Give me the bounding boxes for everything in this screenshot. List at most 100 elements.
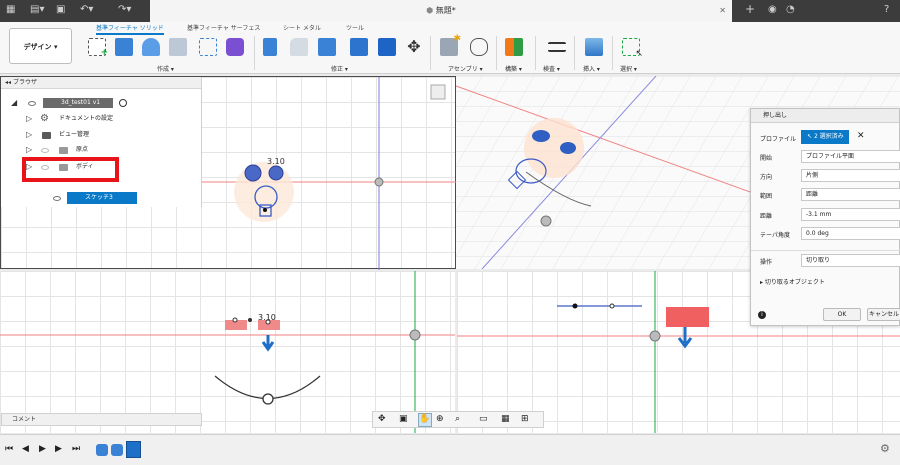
group-assemble[interactable]: アセンブリ ▾: [448, 64, 483, 73]
fillet-icon[interactable]: [290, 38, 308, 56]
group-modify[interactable]: 修正 ▾: [331, 64, 348, 73]
go-start-icon[interactable]: ⏮: [5, 444, 13, 454]
timeline-feature-icon[interactable]: [96, 444, 108, 456]
info-icon[interactable]: i: [758, 311, 766, 319]
tab-tools[interactable]: ツール: [346, 23, 364, 32]
row-objects[interactable]: ▸ 切り取るオブジェクト: [751, 271, 900, 290]
group-construct[interactable]: 構築 ▾: [505, 64, 522, 73]
profile-selector[interactable]: ↖ 2 選択済み: [801, 130, 849, 144]
browser-item-views[interactable]: ▷ ビュー管理: [1, 128, 201, 142]
viewport-front[interactable]: 3.10: [0, 271, 455, 433]
group-inspect[interactable]: 検査 ▾: [543, 64, 560, 73]
offset-plane-icon[interactable]: [505, 38, 523, 56]
start-select[interactable]: プロファイル平面: [801, 150, 900, 163]
joint-icon[interactable]: [470, 38, 488, 56]
display-settings-icon[interactable]: ▭: [479, 414, 488, 424]
visibility-eye-icon[interactable]: [28, 101, 36, 106]
dimension-label-front[interactable]: 3.10: [258, 313, 276, 322]
combine-icon[interactable]: [350, 38, 368, 56]
group-create[interactable]: 作成 ▾: [157, 64, 174, 73]
visibility-eye-icon[interactable]: [53, 196, 61, 201]
hole-icon[interactable]: [169, 38, 187, 56]
grid-settings-icon[interactable]: ▦: [501, 414, 510, 424]
divider: [612, 36, 613, 70]
group-insert[interactable]: 挿入 ▾: [583, 64, 600, 73]
press-pull-icon[interactable]: [263, 38, 277, 56]
browser-root[interactable]: ◢ 3d_test01 v1: [1, 96, 201, 110]
revolve-icon[interactable]: [142, 38, 160, 56]
ok-button[interactable]: OK: [823, 308, 861, 321]
direction-select[interactable]: 片側: [801, 169, 900, 182]
browser-item-doc-settings[interactable]: ▷ ⚙ ドキュメントの設定: [1, 112, 201, 126]
redo-icon[interactable]: ↷▾: [118, 4, 131, 15]
row-operation: 操作 切り取り: [751, 250, 900, 269]
move-icon[interactable]: ✥: [405, 38, 423, 56]
chamfer-icon[interactable]: [318, 38, 336, 56]
tab-sheet-metal[interactable]: シート メタル: [283, 23, 321, 32]
extent-select[interactable]: 距離: [801, 188, 900, 201]
browser-item-origin[interactable]: ▷ 原点: [1, 143, 201, 157]
offset-face-icon[interactable]: [378, 38, 396, 56]
comment-label: コメント: [12, 416, 37, 423]
go-end-icon[interactable]: ⏭: [72, 444, 80, 454]
step-forward-icon[interactable]: ▶: [55, 444, 62, 454]
browser-item-sketch[interactable]: スケッチ3: [1, 191, 201, 205]
operation-select[interactable]: 切り取り: [801, 254, 900, 267]
item-label: ビュー管理: [59, 131, 90, 138]
timeline-feature-icon[interactable]: [111, 444, 123, 456]
objects-text: 切り取るオブジェクト: [764, 279, 825, 286]
save-icon[interactable]: ▣: [56, 4, 65, 15]
select-icon[interactable]: ↖: [622, 38, 643, 59]
document-tab[interactable]: ⬢ 無題* ✕: [150, 0, 732, 22]
pattern-icon[interactable]: [199, 38, 217, 56]
job-status-icon[interactable]: ◔: [786, 4, 795, 15]
insert-image-icon[interactable]: [585, 38, 603, 56]
create-sketch-icon[interactable]: +: [88, 38, 108, 58]
tab-surface[interactable]: 基準フィーチャ サーフェス: [187, 23, 260, 32]
tab-solid[interactable]: 基準フィーチャ ソリッド: [96, 23, 164, 35]
collapse-icon[interactable]: ◢: [11, 96, 17, 110]
file-icon[interactable]: ▤▾: [30, 4, 44, 15]
orbit-icon[interactable]: ✥: [378, 414, 386, 424]
viewports-icon[interactable]: ⊞: [521, 414, 529, 424]
objects-label: ▸ 切り取るオブジェクト: [760, 279, 825, 286]
pan-icon[interactable]: ✋: [418, 413, 432, 427]
settings-gear-icon[interactable]: ⚙: [880, 442, 890, 455]
create-form-icon[interactable]: [226, 38, 244, 56]
expand-icon[interactable]: ▷: [26, 128, 32, 142]
distance-input[interactable]: -3.1 mm: [801, 208, 900, 221]
clear-selection-icon[interactable]: ✕: [857, 131, 865, 141]
grid-app-icon[interactable]: ▦: [6, 4, 15, 15]
activate-icon[interactable]: [119, 99, 127, 107]
new-component-icon[interactable]: ✱: [440, 34, 461, 56]
expand-icon[interactable]: ▷: [26, 112, 32, 126]
extensions-icon[interactable]: ◉: [768, 4, 777, 15]
comments-panel[interactable]: コメント: [1, 413, 202, 426]
step-back-icon[interactable]: ◀: [22, 444, 29, 454]
measure-icon[interactable]: [548, 42, 566, 52]
cancel-button[interactable]: キャンセル: [867, 308, 900, 321]
expand-icon[interactable]: ▷: [26, 143, 32, 157]
title-bar: ▦ ▤▾ ▣ ↶▾ ↷▾ ⬢ 無題* ✕ + ◉ ◔ ?: [0, 0, 900, 22]
document-title: 無題*: [435, 6, 456, 15]
zoom-icon[interactable]: ⊕: [436, 414, 444, 424]
workspace-switcher[interactable]: デザイン ▾: [9, 28, 72, 64]
extrude-icon[interactable]: [115, 38, 133, 56]
taper-input[interactable]: 0.0 deg: [801, 227, 900, 240]
fit-icon[interactable]: ⌕: [455, 414, 460, 424]
hidden-eye-icon[interactable]: [41, 148, 49, 153]
divider: [574, 36, 575, 70]
timeline-sketch-icon[interactable]: [126, 441, 141, 458]
help-icon[interactable]: ?: [884, 4, 889, 15]
row-start: 開始 プロファイル平面: [751, 147, 900, 166]
undo-icon[interactable]: ↶▾: [80, 4, 93, 15]
dimension-label[interactable]: 3.10: [267, 157, 285, 166]
look-at-icon[interactable]: ▣: [399, 414, 408, 424]
group-select[interactable]: 選択 ▾: [620, 64, 637, 73]
row-taper: テーパ角度 0.0 deg: [751, 224, 900, 243]
extent-label: 範囲: [760, 193, 773, 200]
close-tab-icon[interactable]: ✕: [719, 0, 726, 22]
browser-title: ブラウザ: [12, 79, 37, 86]
play-icon[interactable]: ▶: [39, 444, 46, 454]
new-tab-icon[interactable]: +: [745, 2, 755, 16]
